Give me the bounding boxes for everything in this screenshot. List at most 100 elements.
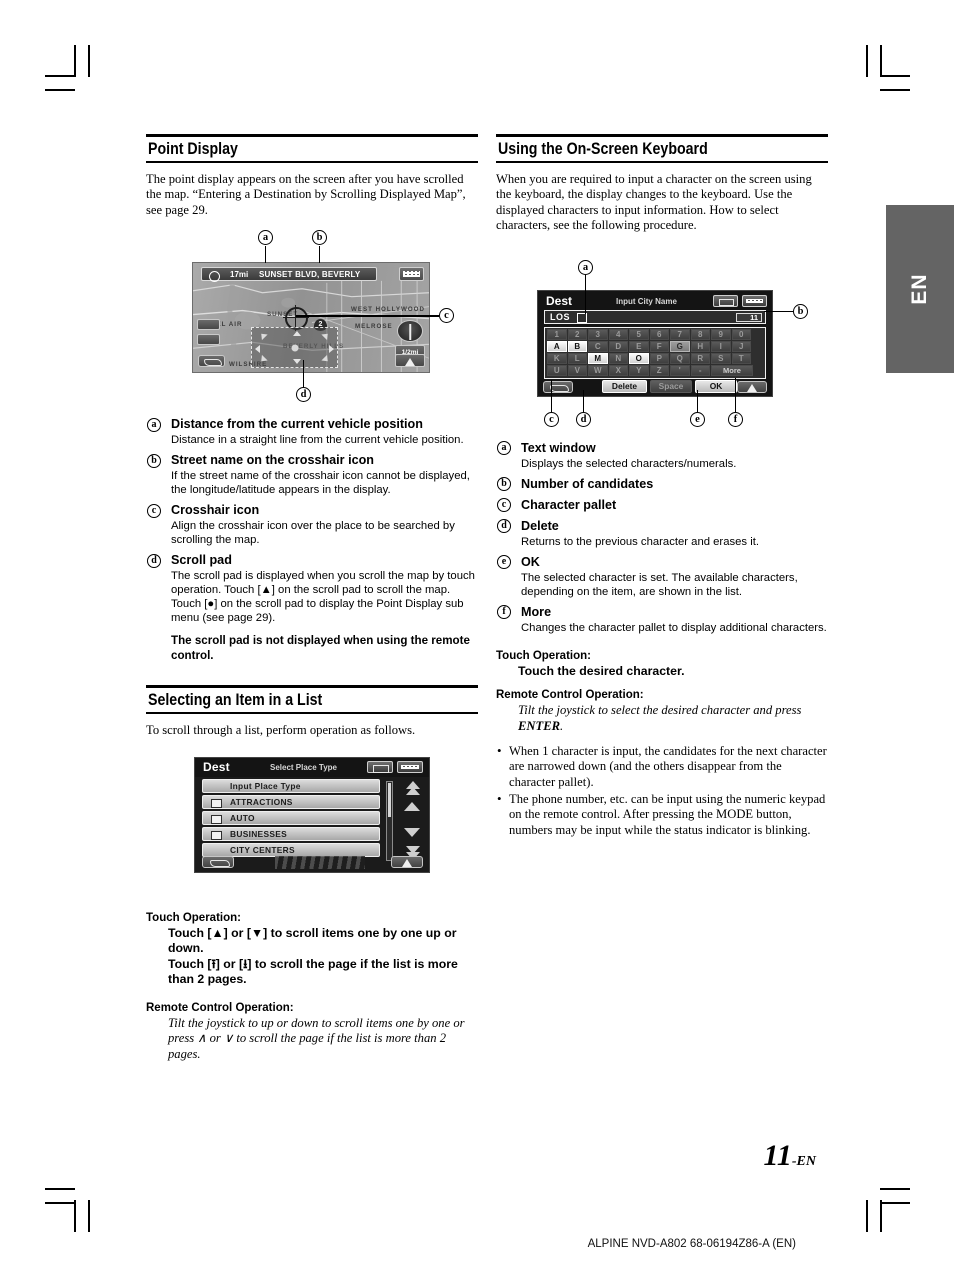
- scroll-pad-center-dot[interactable]: [291, 344, 298, 352]
- map-label-west-hollywood: WEST HOLLYWOOD: [351, 306, 425, 314]
- key-hyphen[interactable]: -: [690, 364, 710, 376]
- list-header-button-1[interactable]: [367, 760, 393, 773]
- key-l[interactable]: L: [567, 352, 587, 364]
- key-b[interactable]: B: [567, 340, 587, 352]
- keyboard-nav-button[interactable]: [737, 380, 767, 393]
- key-1[interactable]: 1: [547, 328, 567, 340]
- heading2-rule-top: [146, 685, 478, 689]
- key-w[interactable]: W: [588, 364, 608, 376]
- key-i[interactable]: I: [711, 340, 731, 352]
- scroll-pad-right-arrow[interactable]: [329, 345, 334, 354]
- page-number: 11-EN: [764, 1139, 816, 1173]
- key-k[interactable]: K: [547, 352, 567, 364]
- key-o[interactable]: O: [629, 352, 649, 364]
- list-nav-button[interactable]: [391, 855, 423, 868]
- list-item[interactable]: AUTO: [202, 810, 380, 825]
- crop-mark-bl-v2: [88, 1200, 90, 1232]
- key-d[interactable]: D: [608, 340, 628, 352]
- heading3-rule-top: [496, 134, 828, 137]
- key-4[interactable]: 4: [608, 328, 628, 340]
- map-side-button-2[interactable]: [197, 334, 220, 346]
- scroll-pad-up-arrow[interactable]: [293, 331, 301, 337]
- map-menu-grid-button[interactable]: [399, 267, 424, 282]
- defterm-f: More: [521, 604, 552, 619]
- defbody-b: If the street name of the crosshair icon…: [171, 470, 470, 497]
- key-8[interactable]: 8: [690, 328, 710, 340]
- list-scrollbar[interactable]: [386, 780, 393, 861]
- key-a[interactable]: A: [547, 340, 567, 352]
- key-7[interactable]: 7: [670, 328, 690, 340]
- list-item[interactable]: ATTRACTIONS: [202, 794, 380, 809]
- key-j[interactable]: J: [731, 340, 751, 352]
- keyboard-header-grid-button[interactable]: [742, 294, 767, 307]
- keyboard-remote-operation-block: Remote Control Operation: Tilt the joyst…: [496, 688, 828, 735]
- list-item[interactable]: BUSINESSES: [202, 826, 380, 841]
- heading3-rule-bottom: [496, 161, 828, 163]
- callout-a: a: [258, 230, 273, 246]
- list-header-grid-button[interactable]: [397, 760, 423, 773]
- key-0[interactable]: 0: [731, 328, 751, 340]
- scroll-pad-down-arrow[interactable]: [293, 359, 301, 365]
- select-place-type-screenshot: Dest Select Place Type Input Place Type …: [194, 756, 430, 873]
- key-9[interactable]: 9: [711, 328, 731, 340]
- key-m[interactable]: M: [588, 352, 608, 364]
- keyboard-back-button[interactable]: [543, 380, 573, 393]
- defitem-c: c Crosshair icon Align the crosshair ico…: [146, 502, 478, 547]
- heading2-rule-bottom: [146, 712, 478, 715]
- character-pallet[interactable]: 1 2 3 4 5 6 7 8 9 0 A B C D E F G H I J …: [544, 326, 766, 379]
- page-up-double-arrow-icon-2[interactable]: [406, 786, 420, 795]
- key-more[interactable]: More: [711, 364, 753, 376]
- callout-e-leader: [697, 389, 699, 412]
- scroll-pad-downright-arrow[interactable]: [321, 355, 331, 365]
- list-subtitle: Select Place Type: [270, 762, 337, 772]
- key-f[interactable]: F: [649, 340, 669, 352]
- key-t[interactable]: T: [731, 352, 751, 364]
- list-item[interactable]: CITY CENTERS: [202, 842, 380, 857]
- key-5[interactable]: 5: [629, 328, 649, 340]
- key-v[interactable]: V: [567, 364, 587, 376]
- key-z[interactable]: Z: [649, 364, 669, 376]
- map-north-up-button[interactable]: [395, 354, 425, 368]
- ok-button[interactable]: OK: [695, 379, 737, 393]
- scroll-up-arrow-icon[interactable]: [404, 801, 420, 811]
- key-n[interactable]: N: [608, 352, 628, 364]
- key-3[interactable]: 3: [588, 328, 608, 340]
- list-item[interactable]: Input Place Type: [202, 778, 380, 793]
- scroll-pad-downleft-arrow[interactable]: [258, 355, 268, 365]
- key-c[interactable]: C: [588, 340, 608, 352]
- keyboard-header-button-1[interactable]: [713, 294, 738, 307]
- key-u[interactable]: U: [547, 364, 567, 376]
- page-title-onscreen-keyboard: Using the On-Screen Keyboard: [498, 140, 708, 158]
- map-back-button[interactable]: [198, 355, 225, 368]
- scroll-pad-upright-arrow[interactable]: [321, 331, 331, 341]
- key-6[interactable]: 6: [649, 328, 669, 340]
- key-x[interactable]: X: [608, 364, 628, 376]
- defmark-d: d: [147, 553, 161, 568]
- text-window[interactable]: LOS 11: [544, 309, 766, 324]
- map-street-name: SUNSET BLVD, BEVERLY: [259, 270, 361, 280]
- defmark-b: b: [147, 453, 161, 468]
- key-e[interactable]: E: [629, 340, 649, 352]
- key-h[interactable]: H: [690, 340, 710, 352]
- scroll-pad[interactable]: [251, 327, 338, 369]
- key-p[interactable]: P: [649, 352, 669, 364]
- list-remote-operation-block: Remote Control Operation: Tilt the joyst…: [146, 1001, 478, 1063]
- key-apostrophe[interactable]: ': [670, 364, 690, 376]
- key-y[interactable]: Y: [629, 364, 649, 376]
- scroll-pad-upleft-arrow[interactable]: [258, 331, 268, 341]
- key-2[interactable]: 2: [567, 328, 587, 340]
- list-scrollbar-thumb[interactable]: [388, 782, 391, 817]
- key-s[interactable]: S: [711, 352, 731, 364]
- scroll-pad-left-arrow[interactable]: [255, 345, 260, 354]
- map-side-button-1[interactable]: [197, 319, 220, 331]
- key-r[interactable]: R: [690, 352, 710, 364]
- scroll-down-arrow-icon[interactable]: [404, 827, 420, 837]
- delete-button[interactable]: Delete: [602, 379, 647, 393]
- key-q[interactable]: Q: [670, 352, 690, 364]
- key-g[interactable]: G: [670, 340, 690, 352]
- defmark-c: c: [497, 498, 511, 513]
- list-back-button[interactable]: [202, 855, 234, 868]
- footer-part-code: ALPINE NVD-A802 68-06194Z86-A (EN): [587, 1238, 796, 1250]
- space-button[interactable]: Space: [650, 379, 692, 393]
